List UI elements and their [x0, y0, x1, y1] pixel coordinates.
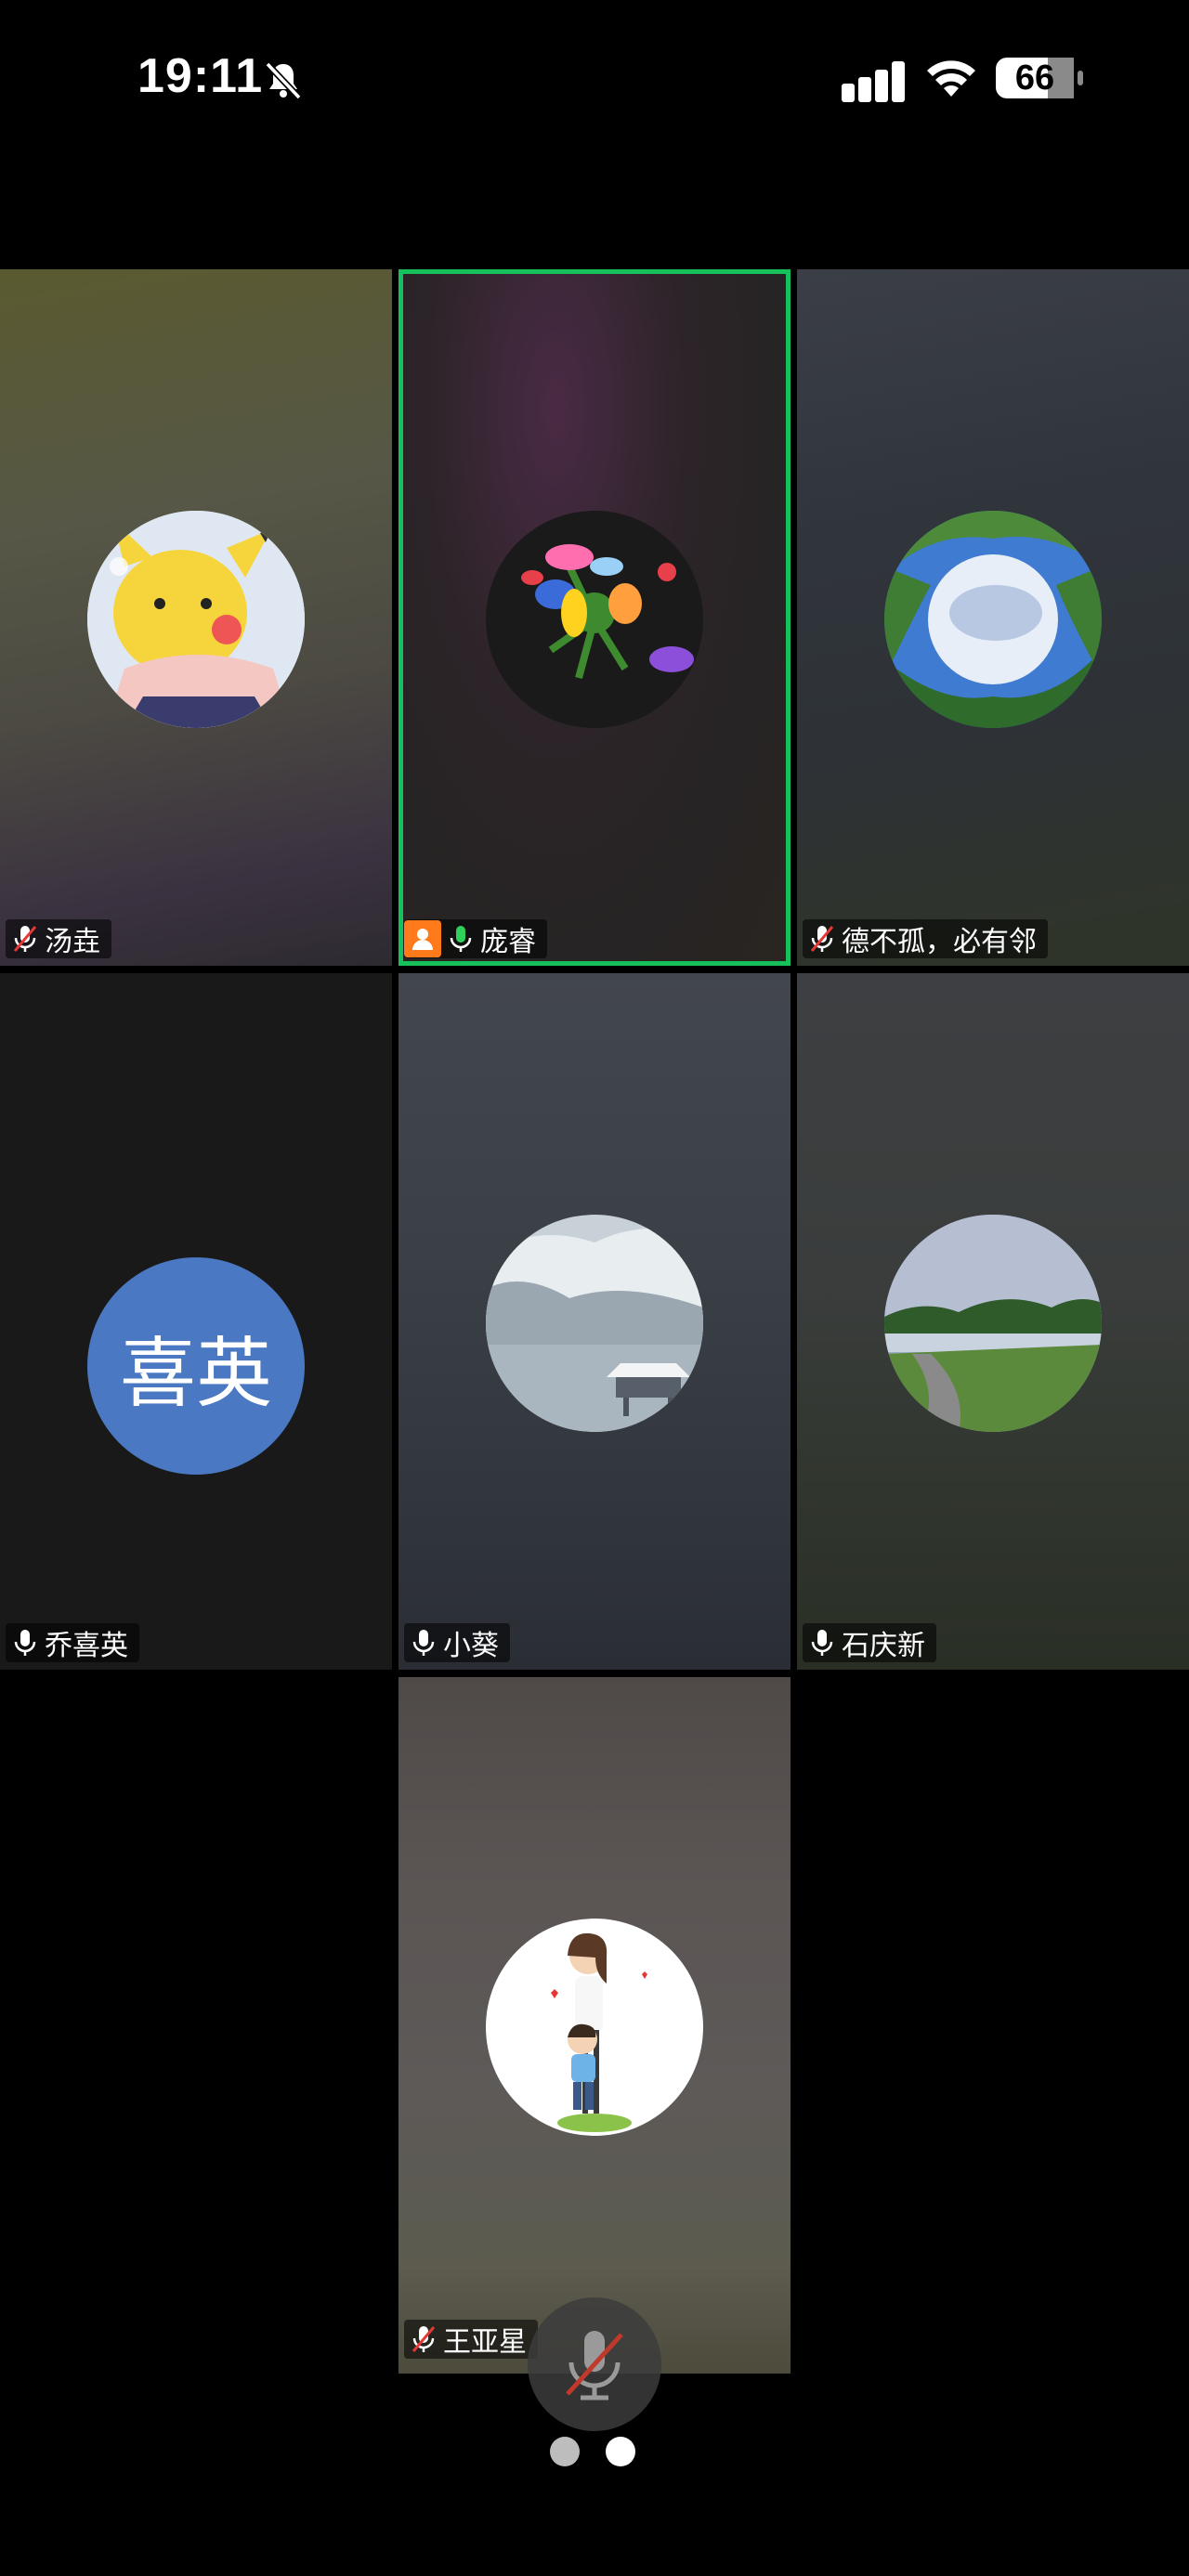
participant-avatar [884, 511, 1102, 728]
participant-name: 德不孤，必有邻 [842, 927, 1037, 957]
mic-on-icon [811, 1630, 833, 1656]
status-time: 19:11 [137, 49, 264, 103]
participant-name-tag: 德不孤，必有邻 [803, 919, 1048, 958]
initials-avatar: 喜英 [87, 1257, 305, 1475]
participant-tile[interactable]: 小葵 [399, 973, 790, 1670]
participant-name: 王亚星 [443, 2327, 527, 2358]
mic-muted-icon [412, 2326, 436, 2352]
participant-name-tag: 汤垚 [6, 919, 111, 958]
bell-muted-icon [265, 61, 302, 100]
battery-indicator: 66 [996, 56, 1085, 100]
participant-avatar [486, 511, 703, 728]
participant-avatar [87, 511, 305, 728]
mic-on-icon [450, 926, 472, 952]
host-badge [404, 920, 441, 957]
mic-on-icon [412, 1630, 435, 1656]
status-bar: 19:11 66 [0, 0, 1189, 158]
participant-tile[interactable]: 喜英 乔喜英 [0, 973, 392, 1670]
participant-avatar [486, 1919, 703, 2136]
participant-name-tag: 王亚星 [404, 2320, 538, 2359]
participant-tile[interactable]: 石庆新 [797, 973, 1189, 1670]
page-indicator [548, 2437, 641, 2468]
participant-tile[interactable]: 庞睿 [399, 269, 790, 966]
cellular-signal-icon [842, 61, 905, 102]
participant-name: 汤垚 [45, 927, 100, 957]
participant-tile[interactable]: 汤垚 [0, 269, 392, 966]
participant-name: 石庆新 [842, 1631, 925, 1661]
participant-name-tag: 乔喜英 [6, 1623, 139, 1662]
mic-muted-icon [13, 926, 37, 952]
toggle-mic-button[interactable] [528, 2297, 661, 2431]
participant-avatar [884, 1215, 1102, 1432]
participant-name: 小葵 [443, 1631, 499, 1661]
participant-name-tag: 石庆新 [803, 1623, 936, 1662]
page-dot-1[interactable] [550, 2437, 580, 2466]
participant-tile[interactable]: 王亚星 [399, 1677, 790, 2374]
participant-name-tag: 庞睿 [404, 919, 547, 958]
participant-name-tag: 小葵 [404, 1623, 510, 1662]
participant-avatar [486, 1215, 703, 1432]
participant-name: 庞睿 [480, 927, 536, 957]
battery-level: 66 [1014, 58, 1055, 98]
page-dot-2[interactable] [606, 2437, 635, 2466]
mic-muted-icon [810, 926, 834, 952]
host-icon [412, 929, 433, 950]
participant-name: 乔喜英 [45, 1631, 128, 1661]
mic-on-icon [14, 1630, 36, 1656]
wifi-icon [927, 60, 975, 97]
participant-tile[interactable]: 德不孤，必有邻 [797, 269, 1189, 966]
mic-muted-icon [566, 2331, 623, 2400]
